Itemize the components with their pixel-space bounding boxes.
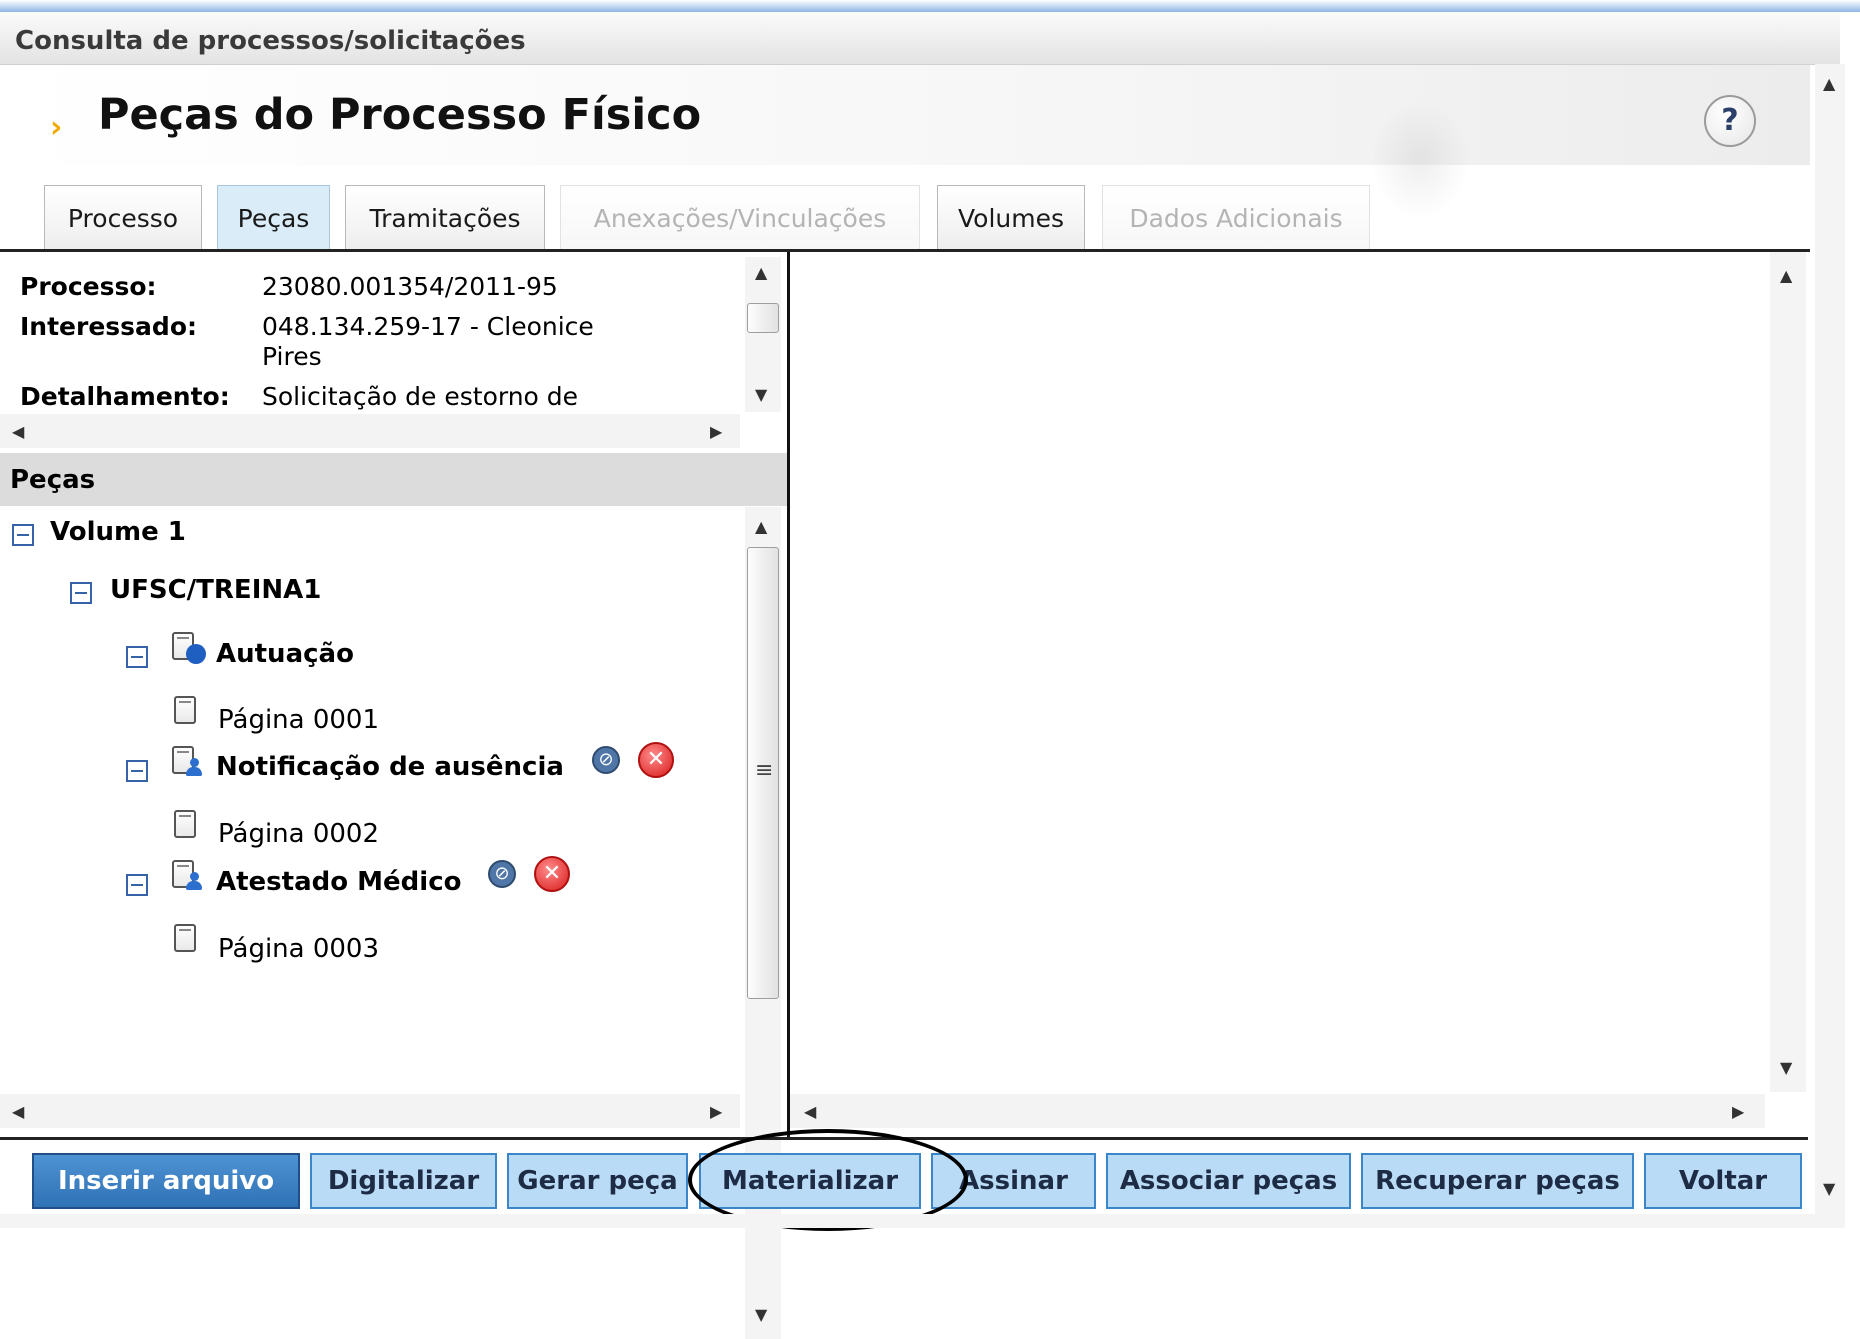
associar-pecas-button[interactable]: Associar peças [1106,1153,1351,1209]
collapse-unit-icon[interactable] [70,582,92,604]
scroll-up-arrow-icon[interactable]: ▲ [1823,74,1835,93]
processo-label: Processo: [20,272,157,301]
scroll-grip-icon: ≡ [755,758,774,783]
help-button[interactable]: ? [1704,95,1756,147]
preview-horizontal-scrollbar[interactable]: ◀ ▶ [790,1094,1765,1128]
scroll-right-arrow-icon[interactable]: ▶ [710,1102,722,1121]
detalhamento-label: Detalhamento: [20,382,230,411]
collapse-notificacao-icon[interactable] [126,760,148,782]
info-scroll-thumb[interactable] [747,303,779,333]
tree-item-notificacao[interactable]: Notificação de ausência [216,752,564,782]
gerar-peca-button[interactable]: Gerar peça [507,1153,688,1209]
delete-icon[interactable]: ✕ [638,742,674,778]
tree-item-autuacao[interactable]: Autuação [216,639,354,669]
processo-value: 23080.001354/2011-95 [262,272,558,301]
tree-unit[interactable]: UFSC/TREINA1 [110,575,321,605]
recuperar-pecas-button[interactable]: Recuperar peças [1361,1153,1634,1209]
scroll-down-arrow-icon[interactable]: ▼ [755,1305,767,1324]
title-bullet-icon: › [50,110,63,145]
tab-volumes[interactable]: Volumes [937,185,1085,249]
collapse-atestado-icon[interactable] [126,874,148,896]
scroll-left-arrow-icon[interactable]: ◀ [12,422,24,441]
scroll-down-arrow-icon[interactable]: ▼ [755,385,767,404]
info-horizontal-scrollbar[interactable]: ◀ ▶ [0,414,740,448]
edit-icon[interactable]: ⊘ [592,746,620,774]
delete-icon[interactable]: ✕ [534,856,570,892]
scroll-up-arrow-icon[interactable]: ▲ [1780,266,1792,285]
tree-page-0003[interactable]: Página 0003 [218,934,379,964]
tab-dados-adicionais: Dados Adicionais [1102,185,1370,249]
page-vertical-scrollbar[interactable]: ▲ ▼ [1815,64,1845,1228]
window-title: Consulta de processos/solicitações [15,26,526,56]
interessado-label: Interessado: [20,312,197,341]
digitalizar-button[interactable]: Digitalizar [310,1153,497,1209]
tree-page-0002[interactable]: Página 0002 [218,819,379,849]
scroll-up-arrow-icon[interactable]: ▲ [755,263,767,282]
scroll-right-arrow-icon[interactable]: ▶ [710,422,722,441]
pecas-section-title: Peças [10,465,96,495]
scroll-left-arrow-icon[interactable]: ◀ [12,1102,24,1121]
page-icon [174,810,196,838]
window-title-bar: Consulta de processos/solicitações [0,12,1840,65]
left-panel: Processo: 23080.001354/2011-95 Interessa… [0,252,787,1339]
page-icon [174,924,196,952]
collapse-volume-icon[interactable] [12,524,34,546]
tab-tramitacoes[interactable]: Tramitações [345,185,545,249]
scroll-down-arrow-icon[interactable]: ▼ [1823,1179,1835,1198]
scroll-up-arrow-icon[interactable]: ▲ [755,517,767,536]
person-icon [186,758,202,776]
tree-scroll-thumb[interactable]: ≡ [747,547,779,999]
person-icon [186,872,202,890]
tree-volume[interactable]: Volume 1 [50,517,186,547]
tab-pecas[interactable]: Peças [217,185,330,251]
interessado-value-continued: Pires [262,342,322,371]
preview-panel: ▲ ▼ ◀ ▶ [790,252,1808,1137]
detalhamento-value: Solicitação de estorno de [262,382,579,411]
tab-processo[interactable]: Processo [44,185,202,249]
window-top-edge [0,0,1860,12]
voltar-button[interactable]: Voltar [1644,1153,1802,1209]
preview-vertical-scrollbar[interactable]: ▲ ▼ [1770,252,1806,1092]
tree-horizontal-scrollbar[interactable]: ◀ ▶ [0,1094,740,1128]
edit-icon[interactable]: ⊘ [488,860,516,888]
tree-page-0001[interactable]: Página 0001 [218,705,379,735]
page-horizontal-scrollbar[interactable] [0,1214,1815,1228]
tree-item-atestado[interactable]: Atestado Médico [216,867,461,897]
scroll-down-arrow-icon[interactable]: ▼ [1780,1058,1792,1077]
tab-bar: Processo Peças Tramitações Anexações/Vin… [0,185,1810,251]
interessado-value: 048.134.259-17 - Cleonice [262,312,594,341]
tab-anexacoes-vinculacoes: Anexações/Vinculações [560,185,920,249]
collapse-autuacao-icon[interactable] [126,646,148,668]
pecas-section-header: Peças [0,453,787,506]
page-title: Peças do Processo Físico [98,90,702,140]
page-icon [174,696,196,724]
scroll-left-arrow-icon[interactable]: ◀ [804,1102,816,1121]
info-vertical-scrollbar[interactable]: ▲ ▼ [745,257,781,412]
gear-icon [186,644,206,664]
inserir-arquivo-button[interactable]: Inserir arquivo [32,1153,300,1209]
scroll-right-arrow-icon[interactable]: ▶ [1732,1102,1744,1121]
